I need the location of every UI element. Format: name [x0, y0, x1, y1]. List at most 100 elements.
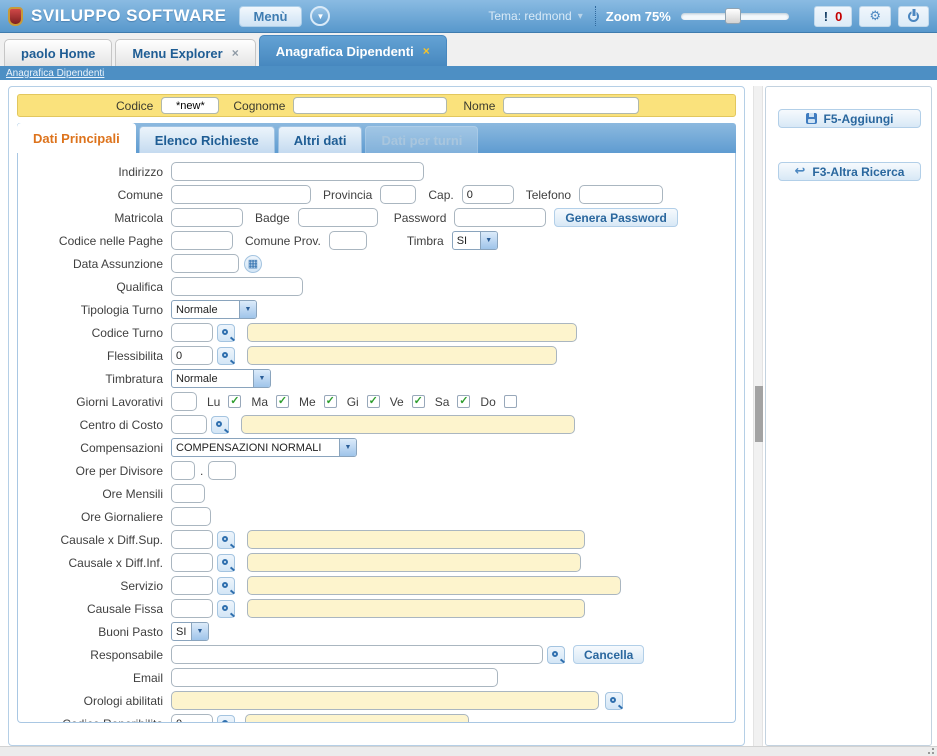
form-tab-dati-per-turni: Dati per turni: [365, 126, 478, 153]
causale-inf-lookup-button[interactable]: [217, 554, 235, 572]
close-icon[interactable]: ×: [232, 46, 239, 60]
tab-menu-explorer[interactable]: Menu Explorer ×: [115, 39, 255, 66]
tipologia-turno-select[interactable]: Normale ▼: [171, 300, 257, 319]
form-tab-dati-principali[interactable]: Dati Principali: [17, 123, 136, 153]
nome-input[interactable]: [503, 97, 639, 114]
causale-inf-desc-input[interactable]: [247, 553, 581, 572]
codice-input[interactable]: [161, 97, 219, 114]
tab-paolo-home[interactable]: paolo Home: [4, 39, 112, 66]
comune-prov-input[interactable]: [329, 231, 367, 250]
magnifier-icon: [216, 421, 222, 427]
ore-divisore-int-input[interactable]: [171, 461, 195, 480]
causale-fissa-code-input[interactable]: [171, 599, 213, 618]
field-label: Buoni Pasto: [18, 625, 163, 639]
flessibilita-lookup-button[interactable]: [217, 347, 235, 365]
servizio-code-input[interactable]: [171, 576, 213, 595]
codice-turno-lookup-button[interactable]: [217, 324, 235, 342]
giorni-lavorativi-input[interactable]: [171, 392, 197, 411]
password-input[interactable]: [454, 208, 546, 227]
causale-fissa-lookup-button[interactable]: [217, 600, 235, 618]
buoni-pasto-select[interactable]: SI ▼: [171, 622, 209, 641]
menu-button[interactable]: Menù: [239, 6, 303, 27]
alerts-button[interactable]: ! 0: [814, 6, 853, 27]
form-tab-label: Altri dati: [294, 133, 347, 148]
form-tab-label: Dati Principali: [33, 131, 120, 146]
telefono-input[interactable]: [579, 185, 663, 204]
genera-password-button[interactable]: Genera Password: [554, 208, 677, 227]
day-checkbox-ve[interactable]: [412, 395, 425, 408]
theme-selector[interactable]: Tema: redmond ▾: [488, 9, 582, 23]
day-checkbox-ma[interactable]: [276, 395, 289, 408]
zoom-slider-thumb[interactable]: [725, 8, 741, 24]
cap-input[interactable]: [462, 185, 514, 204]
servizio-lookup-button[interactable]: [217, 577, 235, 595]
timbra-select[interactable]: SI ▼: [452, 231, 498, 250]
form-tab-altri-dati[interactable]: Altri dati: [278, 126, 363, 153]
data-assunzione-input[interactable]: [171, 254, 239, 273]
ore-giornaliere-input[interactable]: [171, 507, 211, 526]
centro-costo-lookup-button[interactable]: [211, 416, 229, 434]
codice-turno-desc-input[interactable]: [247, 323, 577, 342]
logout-button[interactable]: [898, 6, 929, 27]
causale-sup-desc-input[interactable]: [247, 530, 585, 549]
matricola-input[interactable]: [171, 208, 243, 227]
calendar-button[interactable]: ▦: [244, 255, 262, 273]
field-label: Comune: [18, 188, 163, 202]
alert-exclamation-icon: !: [824, 9, 828, 24]
scrollbar-thumb[interactable]: [755, 386, 763, 442]
causale-inf-code-input[interactable]: [171, 553, 213, 572]
row-servizio: Servizio: [18, 576, 735, 595]
form-tab-elenco-richieste[interactable]: Elenco Richieste: [139, 126, 275, 153]
badge-input[interactable]: [298, 208, 378, 227]
field-label: Cap.: [428, 188, 453, 202]
collapse-header-button[interactable]: ▼: [310, 6, 330, 26]
orologi-abilitati-input[interactable]: [171, 691, 599, 710]
zoom-slider[interactable]: [681, 13, 789, 20]
causale-sup-code-input[interactable]: [171, 530, 213, 549]
magnifier-icon: [222, 720, 228, 724]
field-label: Email: [18, 671, 163, 685]
flessibilita-desc-input[interactable]: [247, 346, 557, 365]
responsabile-lookup-button[interactable]: [547, 646, 565, 664]
ore-mensili-input[interactable]: [171, 484, 205, 503]
f3-altra-ricerca-button[interactable]: ↩ F3-Altra Ricerca: [778, 162, 921, 181]
servizio-desc-input[interactable]: [247, 576, 621, 595]
email-input[interactable]: [171, 668, 498, 687]
causale-fissa-desc-input[interactable]: [247, 599, 585, 618]
field-label: Timbratura: [18, 372, 163, 386]
causale-sup-lookup-button[interactable]: [217, 531, 235, 549]
compensazioni-select[interactable]: COMPENSAZIONI NORMALI ▼: [171, 438, 357, 457]
vertical-scrollbar[interactable]: [753, 86, 763, 746]
day-checkbox-me[interactable]: [324, 395, 337, 408]
flessibilita-code-input[interactable]: [171, 346, 213, 365]
cognome-input[interactable]: [293, 97, 447, 114]
provincia-input[interactable]: [380, 185, 416, 204]
ore-divisore-dec-input[interactable]: [208, 461, 236, 480]
f5-aggiungi-button[interactable]: F5-Aggiungi: [778, 109, 921, 128]
comune-input[interactable]: [171, 185, 311, 204]
day-checkbox-gi[interactable]: [367, 395, 380, 408]
qualifica-input[interactable]: [171, 277, 303, 296]
close-icon[interactable]: ×: [423, 44, 430, 58]
responsabile-input[interactable]: [171, 645, 543, 664]
settings-button[interactable]: ⚙: [859, 6, 891, 27]
field-label: Servizio: [18, 579, 163, 593]
day-checkbox-lu[interactable]: [228, 395, 241, 408]
tab-anagrafica-dipendenti[interactable]: Anagrafica Dipendenti ×: [259, 35, 447, 66]
day-checkbox-do[interactable]: [504, 395, 517, 408]
centro-costo-code-input[interactable]: [171, 415, 207, 434]
codice-reperibilita-lookup-button[interactable]: [217, 715, 235, 724]
codice-turno-code-input[interactable]: [171, 323, 213, 342]
indirizzo-input[interactable]: [171, 162, 424, 181]
button-label: F3-Altra Ricerca: [812, 165, 904, 179]
orologi-lookup-button[interactable]: [605, 692, 623, 710]
timbratura-select[interactable]: Normale ▼: [171, 369, 271, 388]
codice-reperibilita-desc-input[interactable]: [245, 714, 469, 723]
centro-costo-desc-input[interactable]: [241, 415, 575, 434]
resize-grip-icon: [932, 752, 934, 754]
day-checkbox-sa[interactable]: [457, 395, 470, 408]
codice-paghe-input[interactable]: [171, 231, 233, 250]
cancella-button[interactable]: Cancella: [573, 645, 644, 664]
codice-reperibilita-code-input[interactable]: [171, 714, 213, 723]
breadcrumb[interactable]: Anagrafica Dipendenti: [6, 68, 104, 79]
